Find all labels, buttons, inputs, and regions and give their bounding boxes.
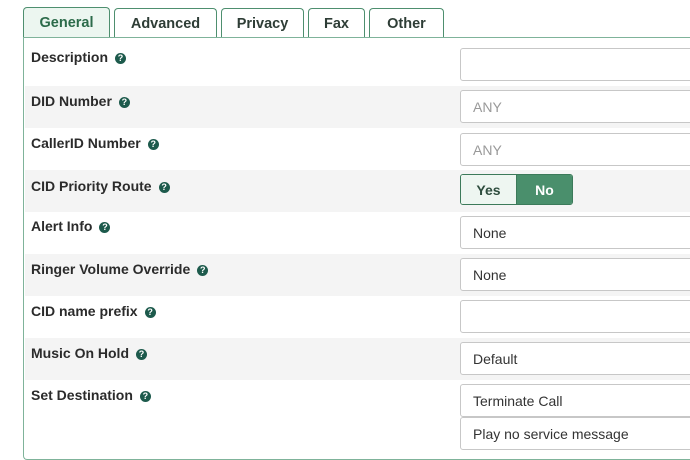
- did-number-label: DID Number?: [31, 93, 130, 109]
- no-option[interactable]: No: [517, 175, 572, 204]
- tab-privacy[interactable]: Privacy: [221, 8, 304, 38]
- set-destination-label: Set Destination?: [31, 387, 151, 403]
- cid-name-prefix-input[interactable]: [460, 300, 690, 333]
- alert-info-label: Alert Info?: [31, 218, 111, 234]
- music-on-hold-select[interactable]: Default: [460, 342, 690, 375]
- help-icon[interactable]: ?: [139, 391, 151, 402]
- help-icon[interactable]: ?: [197, 265, 209, 276]
- tab-fax[interactable]: Fax: [308, 8, 365, 38]
- set-destination-row: Set Destination? Terminate Call Play no …: [25, 380, 690, 458]
- help-icon[interactable]: ?: [136, 349, 147, 360]
- callerid-number-row: CallerID Number?: [25, 128, 690, 170]
- cid-name-prefix-row: CID name prefix?: [25, 296, 690, 338]
- tab-advanced[interactable]: Advanced: [114, 8, 217, 38]
- help-icon[interactable]: ?: [115, 53, 127, 64]
- ringer-volume-override-row: Ringer Volume Override? None: [25, 254, 690, 296]
- cid-priority-route-label: CID Priority Route?: [31, 178, 170, 194]
- callerid-number-label: CallerID Number?: [31, 135, 159, 151]
- tab-other[interactable]: Other: [369, 8, 444, 38]
- tab-bar: General Advanced Privacy Fax Other: [23, 7, 448, 38]
- cid-name-prefix-label: CID name prefix?: [31, 303, 156, 319]
- cid-priority-route-toggle: Yes No: [460, 174, 573, 205]
- callerid-number-input[interactable]: [460, 133, 690, 166]
- alert-info-row: Alert Info? None: [25, 212, 690, 254]
- music-on-hold-row: Music On Hold? Default: [25, 338, 690, 380]
- did-number-row: DID Number?: [25, 86, 690, 128]
- cid-priority-route-row: CID Priority Route? Yes No: [25, 170, 690, 212]
- help-icon[interactable]: ?: [118, 97, 130, 108]
- description-input[interactable]: [460, 48, 690, 81]
- alert-info-select[interactable]: None: [460, 216, 690, 249]
- destination-type-select[interactable]: Terminate Call: [460, 384, 690, 417]
- tab-general[interactable]: General: [23, 7, 110, 38]
- help-icon[interactable]: ?: [158, 182, 170, 193]
- help-icon[interactable]: ?: [144, 307, 156, 318]
- ringer-volume-override-label: Ringer Volume Override?: [31, 261, 209, 277]
- ringer-volume-override-select[interactable]: None: [460, 258, 690, 291]
- destination-option-select[interactable]: Play no service message: [460, 417, 690, 450]
- did-number-input[interactable]: [460, 90, 690, 123]
- description-row: Description?: [25, 38, 690, 86]
- help-icon[interactable]: ?: [99, 222, 111, 233]
- yes-option[interactable]: Yes: [461, 175, 517, 204]
- general-settings-panel: Description? DID Number? CallerID Number…: [23, 37, 690, 460]
- description-label: Description?: [31, 49, 127, 65]
- music-on-hold-label: Music On Hold?: [31, 345, 147, 361]
- help-icon[interactable]: ?: [147, 139, 159, 150]
